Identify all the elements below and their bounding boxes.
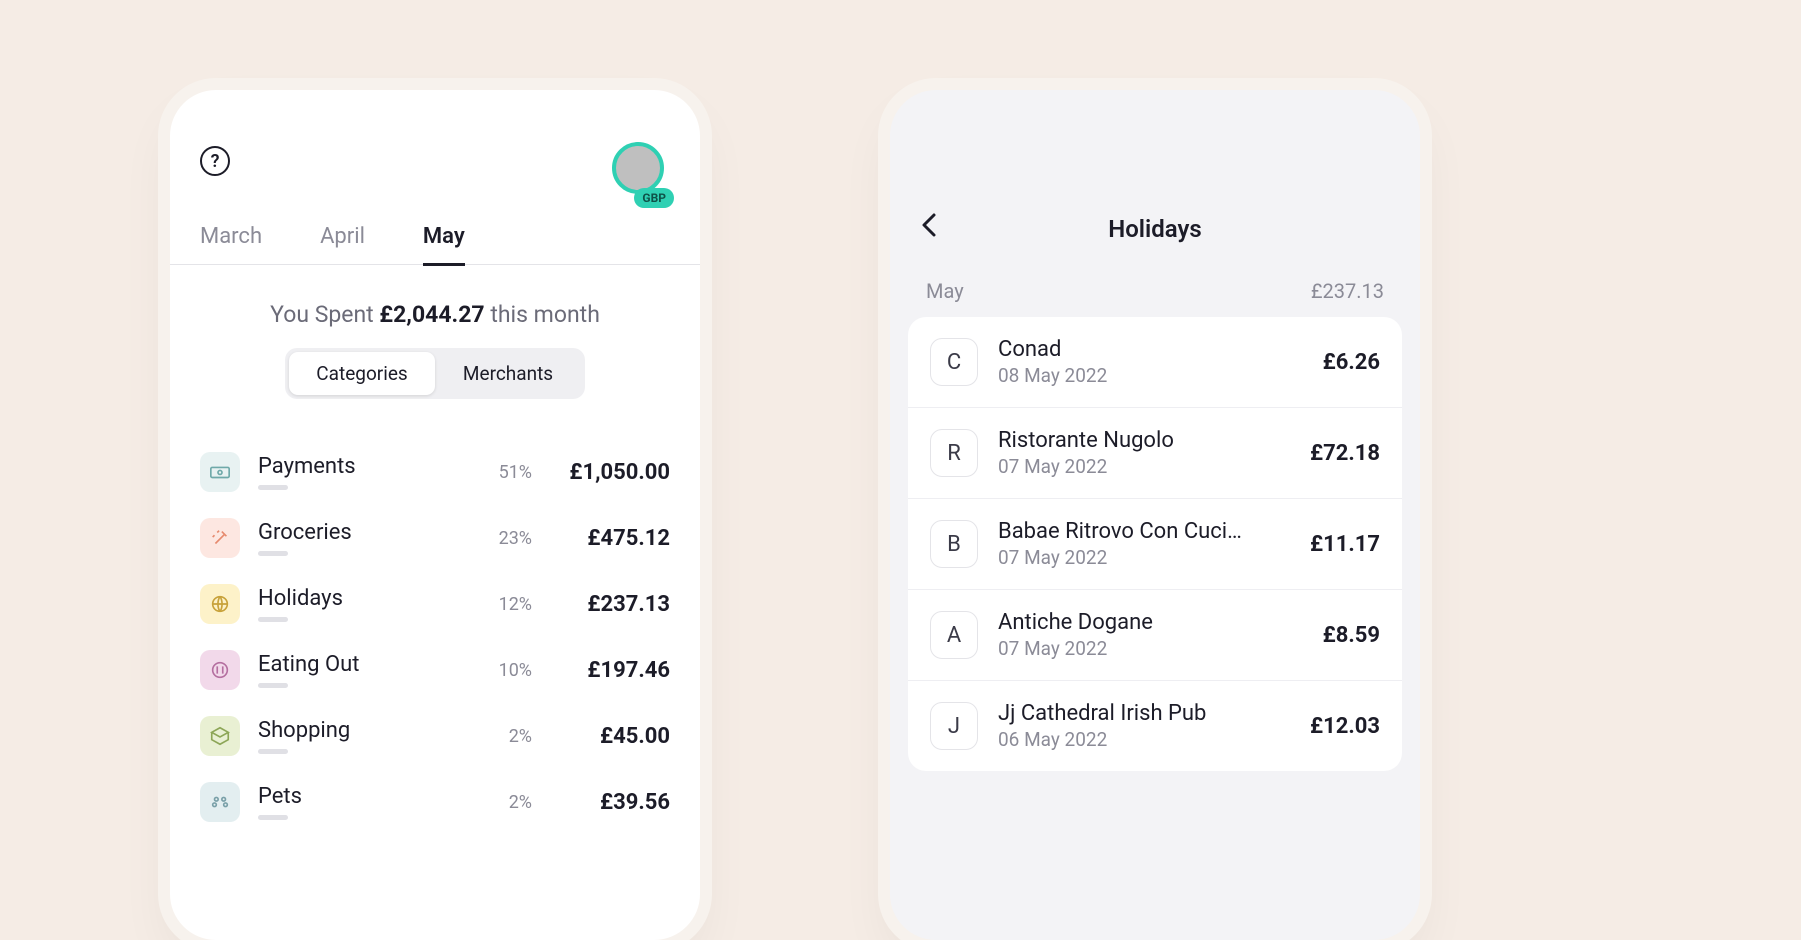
merchant-name: Conad [998, 337, 1303, 362]
transaction-row[interactable]: J Jj Cathedral Irish Pub 06 May 2022 £12… [908, 681, 1402, 771]
segment-categories[interactable]: Categories [289, 352, 435, 395]
view-segmented-control: Categories Merchants [285, 348, 585, 399]
merchant-initial: C [930, 338, 978, 386]
category-amount: £1,050.00 [560, 460, 670, 485]
transaction-row[interactable]: C Conad 08 May 2022 £6.26 [908, 317, 1402, 408]
transaction-date: 07 May 2022 [998, 637, 1303, 660]
transaction-date: 06 May 2022 [998, 728, 1290, 751]
transaction-amount: £8.59 [1323, 623, 1380, 648]
transaction-date: 07 May 2022 [998, 455, 1290, 478]
header: ? GBP [170, 90, 700, 200]
transaction-date: 07 May 2022 [998, 546, 1290, 569]
transaction-date: 08 May 2022 [998, 364, 1303, 387]
merchant-initial: R [930, 429, 978, 477]
transaction-amount: £11.17 [1310, 532, 1380, 557]
category-percent: 2% [509, 726, 532, 747]
groceries-icon [200, 518, 240, 558]
category-percent: 51% [499, 462, 532, 483]
category-row-pets[interactable]: Pets 2% £39.56 [200, 769, 670, 835]
tab-april[interactable]: April [320, 224, 365, 264]
segment-merchants[interactable]: Merchants [435, 352, 581, 395]
category-bar [258, 485, 288, 490]
category-amount: £475.12 [560, 526, 670, 551]
merchant-name: Antiche Dogane [998, 610, 1303, 635]
shopping-icon [200, 716, 240, 756]
category-name: Eating Out [258, 652, 481, 677]
spending-summary-screen: ? GBP March April May You Spent £2,044.2… [170, 90, 700, 940]
category-amount: £39.56 [560, 790, 670, 815]
holidays-icon [200, 584, 240, 624]
merchant-name: Babae Ritrovo Con Cuci… [998, 519, 1290, 544]
summary-total: £237.13 [1311, 279, 1384, 303]
merchant-initial: J [930, 702, 978, 750]
category-detail-screen: Holidays May £237.13 C Conad 08 May 2022… [890, 90, 1420, 940]
category-percent: 23% [499, 528, 532, 549]
category-bar [258, 683, 288, 688]
avatar [612, 142, 664, 194]
payments-icon [200, 452, 240, 492]
transaction-row[interactable]: A Antiche Dogane 07 May 2022 £8.59 [908, 590, 1402, 681]
category-bar [258, 551, 288, 556]
transaction-list: C Conad 08 May 2022 £6.26 R Ristorante N… [908, 317, 1402, 771]
category-row-shopping[interactable]: Shopping 2% £45.00 [200, 703, 670, 769]
back-button[interactable] [920, 211, 940, 247]
transaction-row[interactable]: B Babae Ritrovo Con Cuci… 07 May 2022 £1… [908, 499, 1402, 590]
category-name: Shopping [258, 718, 491, 743]
category-bar [258, 617, 288, 622]
help-icon[interactable]: ? [200, 146, 230, 176]
spent-prefix: You Spent [270, 301, 379, 328]
month-tabs: March April May [170, 200, 700, 265]
page-title: Holidays [1108, 215, 1202, 243]
profile-button[interactable]: GBP [612, 142, 670, 200]
category-row-eating-out[interactable]: Eating Out 10% £197.46 [200, 637, 670, 703]
merchant-name: Ristorante Nugolo [998, 428, 1290, 453]
category-row-holidays[interactable]: Holidays 12% £237.13 [200, 571, 670, 637]
category-amount: £237.13 [560, 592, 670, 617]
category-list: Payments 51% £1,050.00 Groceries 23% £47… [170, 439, 700, 835]
transaction-row[interactable]: R Ristorante Nugolo 07 May 2022 £72.18 [908, 408, 1402, 499]
category-name: Payments [258, 454, 481, 479]
category-bar [258, 749, 288, 754]
category-percent: 12% [499, 594, 532, 615]
category-amount: £197.46 [560, 658, 670, 683]
category-row-payments[interactable]: Payments 51% £1,050.00 [200, 439, 670, 505]
tab-may[interactable]: May [423, 224, 465, 266]
chevron-left-icon [920, 211, 940, 239]
merchant-initial: B [930, 520, 978, 568]
category-name: Holidays [258, 586, 481, 611]
spent-suffix: this month [485, 301, 600, 328]
category-amount: £45.00 [560, 724, 670, 749]
transaction-amount: £72.18 [1310, 441, 1380, 466]
pets-icon [200, 782, 240, 822]
category-name: Groceries [258, 520, 481, 545]
eating-out-icon [200, 650, 240, 690]
tab-march[interactable]: March [200, 224, 262, 264]
category-bar [258, 815, 288, 820]
category-percent: 2% [509, 792, 532, 813]
transaction-amount: £6.26 [1323, 350, 1380, 375]
spent-amount: £2,044.27 [379, 301, 484, 328]
spent-summary: You Spent £2,044.27 this month [170, 265, 700, 348]
category-name: Pets [258, 784, 491, 809]
currency-badge: GBP [634, 188, 674, 208]
merchant-initial: A [930, 611, 978, 659]
month-summary: May £237.13 [890, 265, 1420, 317]
category-row-groceries[interactable]: Groceries 23% £475.12 [200, 505, 670, 571]
transaction-amount: £12.03 [1310, 714, 1380, 739]
category-percent: 10% [499, 660, 532, 681]
merchant-name: Jj Cathedral Irish Pub [998, 701, 1290, 726]
detail-header: Holidays [890, 90, 1420, 265]
summary-month: May [926, 279, 964, 303]
